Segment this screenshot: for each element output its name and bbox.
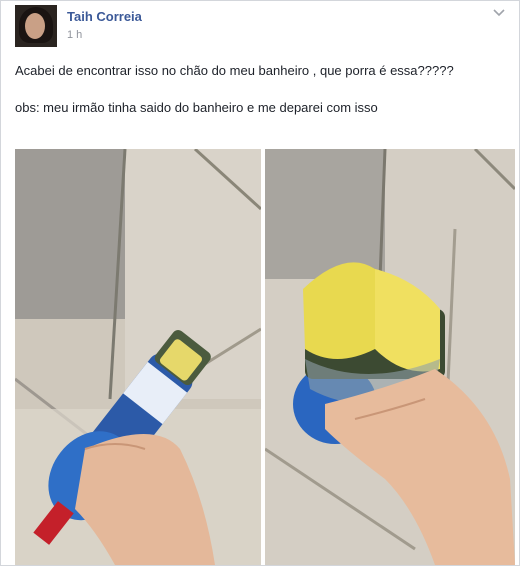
photo-left[interactable] (15, 149, 261, 565)
post-text-line1: Acabei de encontrar isso no chão do meu … (15, 63, 454, 78)
photo-right-image (265, 149, 515, 565)
author-avatar[interactable] (15, 5, 57, 47)
photo-left-image (15, 149, 261, 565)
chevron-down-icon[interactable] (493, 9, 509, 25)
facebook-post: Taih Correia 1 h Acabei de encontrar iss… (0, 0, 520, 566)
photo-right[interactable] (265, 149, 515, 565)
post-timestamp[interactable]: 1 h (67, 29, 82, 41)
chevron-down-icon-svg (493, 9, 505, 17)
post-text: Acabei de encontrar isso no chão do meu … (15, 61, 505, 135)
photo-grid (15, 149, 515, 565)
avatar-face (25, 13, 45, 39)
author-name[interactable]: Taih Correia (67, 9, 142, 24)
post-text-line2: obs: meu irmão tinha saido do banheiro e… (15, 100, 378, 115)
